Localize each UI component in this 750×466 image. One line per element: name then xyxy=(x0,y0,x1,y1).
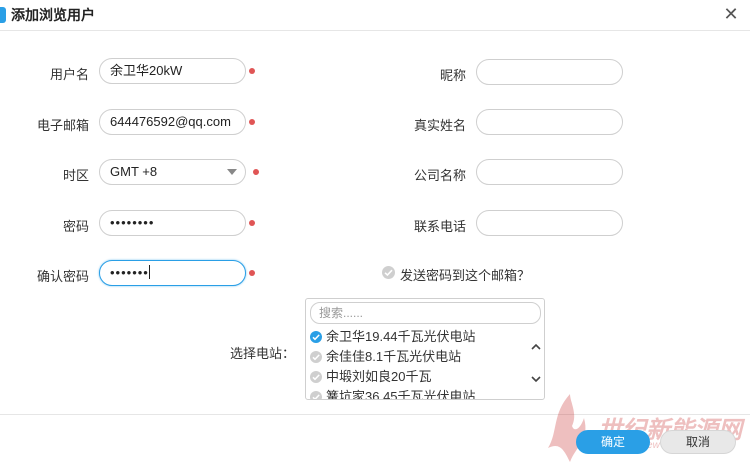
timezone-value: GMT +8 xyxy=(110,164,158,179)
text-cursor xyxy=(148,265,150,279)
real-name-input[interactable] xyxy=(476,109,623,135)
send-password-label[interactable]: 发送密码到这个邮箱？ xyxy=(400,265,530,284)
confirm-password-value: ••••••• xyxy=(110,265,149,280)
station-label: 选择电站： xyxy=(229,346,295,361)
title-accent-bar xyxy=(0,7,6,23)
check-circle-icon[interactable] xyxy=(310,371,322,383)
send-password-checkbox[interactable] xyxy=(382,266,395,279)
check-circle-icon[interactable] xyxy=(310,331,322,343)
watermark-logo: 世纪新能源网 Century New Energy Network xyxy=(540,388,750,466)
username-input[interactable]: 余卫华20kW xyxy=(99,58,246,84)
station-search-input[interactable]: 搜索...... xyxy=(310,302,541,324)
phone-label: 联系电话 xyxy=(413,219,466,234)
timezone-label: 时区 xyxy=(62,168,89,183)
cancel-button[interactable]: 取消 xyxy=(660,430,736,454)
flame-logo-icon xyxy=(548,394,586,462)
required-indicator xyxy=(253,169,259,175)
company-label: 公司名称 xyxy=(413,168,466,183)
footer-divider xyxy=(0,414,750,415)
check-icon xyxy=(384,269,393,277)
station-item-label: 中塅刘如良20千瓦 xyxy=(326,369,432,384)
email-input[interactable]: 644476592@qq.com xyxy=(99,109,246,135)
station-list: 余卫华19.44千瓦光伏电站 余佳佳8.1千瓦光伏电站 中塅刘如良20千瓦篝坑家36… xyxy=(306,327,528,400)
company-input[interactable] xyxy=(476,159,623,185)
required-indicator xyxy=(249,68,255,74)
nickname-label: 昵称 xyxy=(439,68,466,83)
station-item-label: 余卫华19.44千瓦光伏电站 xyxy=(326,329,476,344)
station-item[interactable]: 余卫华19.44千瓦光伏电站 xyxy=(306,327,528,347)
close-icon[interactable]: ✕ xyxy=(722,5,740,23)
chevron-up-icon[interactable] xyxy=(530,341,542,353)
check-circle-icon[interactable] xyxy=(310,351,322,363)
username-label: 用户名 xyxy=(49,67,89,82)
station-item-label: 余佳佳8.1千瓦光伏电站 xyxy=(326,349,462,364)
timezone-select[interactable]: GMT +8 xyxy=(99,159,246,185)
real-name-label: 真实姓名 xyxy=(413,118,466,133)
station-item[interactable]: 篝坑家36.45千瓦光伏电站 xyxy=(306,387,528,400)
dialog-header: 添加浏览用户 ✕ xyxy=(0,0,750,31)
phone-input[interactable] xyxy=(476,210,623,236)
nickname-input[interactable] xyxy=(476,59,623,85)
required-indicator xyxy=(249,119,255,125)
required-indicator xyxy=(249,220,255,226)
station-item-label: 篝坑家36.45千瓦光伏电站 xyxy=(326,389,476,400)
password-label: 密码 xyxy=(62,219,89,234)
chevron-down-icon[interactable] xyxy=(530,373,542,385)
confirm-button[interactable]: 确定 xyxy=(576,430,650,454)
confirm-password-label: 确认密码 xyxy=(36,269,89,284)
dialog-title: 添加浏览用户 xyxy=(11,7,95,23)
station-selector: 搜索...... 余卫华19.44千瓦光伏电站 余佳佳8.1千瓦光伏电站 中塅刘如良… xyxy=(305,298,545,400)
confirm-password-input[interactable]: ••••••• xyxy=(99,260,246,286)
station-scrollbar[interactable] xyxy=(528,327,544,399)
chevron-down-icon[interactable] xyxy=(227,169,237,175)
station-item[interactable]: 余佳佳8.1千瓦光伏电站 xyxy=(306,347,528,367)
station-item[interactable]: 中塅刘如良20千瓦 xyxy=(306,367,528,387)
email-label: 电子邮箱 xyxy=(36,118,89,133)
check-circle-icon[interactable] xyxy=(310,391,322,399)
required-indicator xyxy=(249,270,255,276)
password-input[interactable]: •••••••• xyxy=(99,210,246,236)
